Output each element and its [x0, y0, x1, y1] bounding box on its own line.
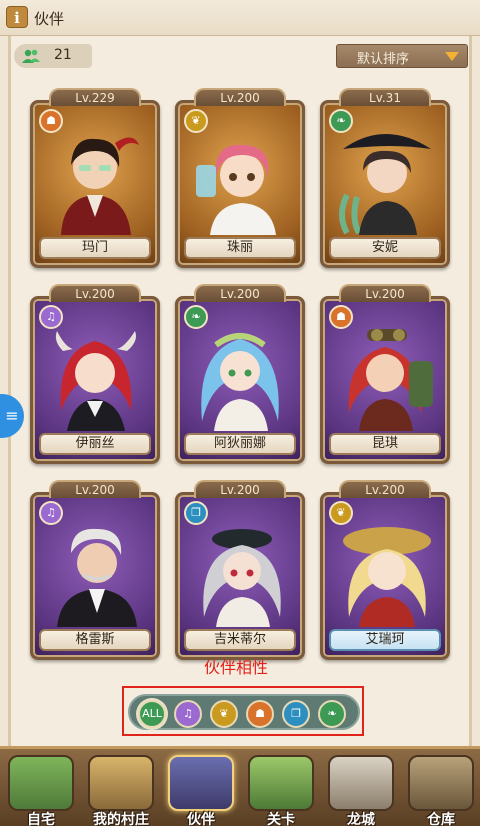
partner-name: 吉米蒂尔 — [184, 629, 296, 651]
partner-card[interactable]: ❧ 阿狄丽娜 — [175, 296, 305, 464]
level-tag: Lv.200 — [194, 284, 286, 302]
people-icon — [22, 49, 40, 63]
attribute-filter-bar: ALL ♫ ❦ ☗ ❐ ❧ — [122, 686, 364, 736]
partner-name: 玛门 — [39, 237, 151, 259]
count-value: 21 — [54, 47, 72, 63]
filter-track: ALL ♫ ❦ ☗ ❐ ❧ — [128, 694, 360, 730]
filter-leaf-button[interactable]: ❧ — [318, 700, 346, 728]
sort-label: 默认排序 — [357, 52, 410, 67]
level-tag: Lv.31 — [339, 88, 431, 106]
nav-label: 仓库 — [427, 812, 455, 826]
nav-label: 我的村庄 — [93, 812, 149, 826]
level-tag: Lv.200 — [194, 480, 286, 498]
partner-name: 阿狄丽娜 — [184, 433, 296, 455]
partner-card[interactable]: ❦ 珠丽 — [175, 100, 305, 268]
partner-name: 昆琪 — [329, 433, 441, 455]
village-icon — [88, 755, 154, 811]
attribute-caption: 伙伴相性 — [204, 658, 269, 677]
portrait-grace — [57, 528, 137, 627]
filter-wheat-button[interactable]: ❦ — [210, 700, 238, 728]
leaf-icon: ❧ — [327, 707, 337, 720]
portrait-airuike — [343, 527, 431, 627]
harp-icon: ♫ — [183, 707, 193, 720]
filter-all-button[interactable]: ALL — [138, 700, 166, 728]
partner-card[interactable]: ♫ 格雷斯 — [30, 492, 160, 660]
partner-name: 安妮 — [329, 237, 441, 259]
nav-village[interactable]: 我的村庄 — [82, 755, 160, 826]
info-icon[interactable]: i — [6, 6, 28, 28]
filter-demon-button[interactable]: ☗ — [246, 700, 274, 728]
nav-home[interactable]: 自宅 — [2, 755, 80, 826]
level-tag: Lv.200 — [339, 284, 431, 302]
wheat-icon: ❦ — [219, 707, 229, 720]
partner-card[interactable]: ❦ 艾瑞珂 — [320, 492, 450, 660]
level-tag: Lv.229 — [49, 88, 141, 106]
partner-card[interactable]: ☗ 玛门 — [30, 100, 160, 268]
portrait-adina — [201, 333, 279, 431]
nav-partner[interactable]: 伙伴 — [162, 755, 240, 826]
portrait-mammon — [61, 137, 139, 235]
partner-name: 伊丽丝 — [39, 433, 151, 455]
warehouse-icon — [408, 755, 474, 811]
partner-name: 格雷斯 — [39, 629, 151, 651]
partner-card[interactable]: ❐ 吉米蒂尔 — [175, 492, 305, 660]
partner-card[interactable]: ☗ 昆琪 — [320, 296, 450, 464]
level-tag: Lv.200 — [194, 88, 286, 106]
demon-icon: ☗ — [255, 707, 265, 720]
book-icon: ❐ — [291, 707, 301, 720]
nav-stage[interactable]: 关卡 — [242, 755, 320, 826]
sort-dropdown[interactable]: 默认排序 — [336, 44, 468, 68]
partner-count: 21 — [14, 44, 92, 68]
home-icon — [8, 755, 74, 811]
portrait-zhuli — [196, 144, 276, 235]
level-tag: Lv.200 — [49, 284, 141, 302]
filter-book-button[interactable]: ❐ — [282, 700, 310, 728]
portrait-annie — [339, 134, 431, 235]
nav-label: 伙伴 — [187, 812, 215, 826]
partner-name: 珠丽 — [184, 237, 296, 259]
level-tag: Lv.200 — [339, 480, 431, 498]
partner-card[interactable]: ❧ 安妮 — [320, 100, 450, 268]
stage-icon — [248, 755, 314, 811]
top-bar: i 伙伴 — [0, 0, 480, 36]
portrait-iris — [55, 331, 136, 431]
partner-name: 艾瑞珂 — [329, 629, 441, 651]
portrait-kunqi — [348, 329, 433, 431]
nav-label: 自宅 — [27, 812, 55, 826]
bottom-nav: 自宅 我的村庄 伙伴 关卡 龙城 仓库 — [0, 746, 480, 826]
nav-dragon-city[interactable]: 龙城 — [322, 755, 400, 826]
dragon-city-icon — [328, 755, 394, 811]
partner-card[interactable]: ♫ 伊丽丝 — [30, 296, 160, 464]
nav-label: 龙城 — [347, 812, 375, 826]
portrait-jimmydil — [203, 529, 281, 627]
nav-warehouse[interactable]: 仓库 — [402, 755, 480, 826]
nav-label: 关卡 — [267, 812, 295, 826]
page-title: 伙伴 — [34, 10, 65, 28]
filter-harp-button[interactable]: ♫ — [174, 700, 202, 728]
caret-down-icon — [445, 52, 459, 61]
partner-icon — [168, 755, 234, 811]
level-tag: Lv.200 — [49, 480, 141, 498]
chevron-left-icon: ≡ — [5, 406, 19, 425]
